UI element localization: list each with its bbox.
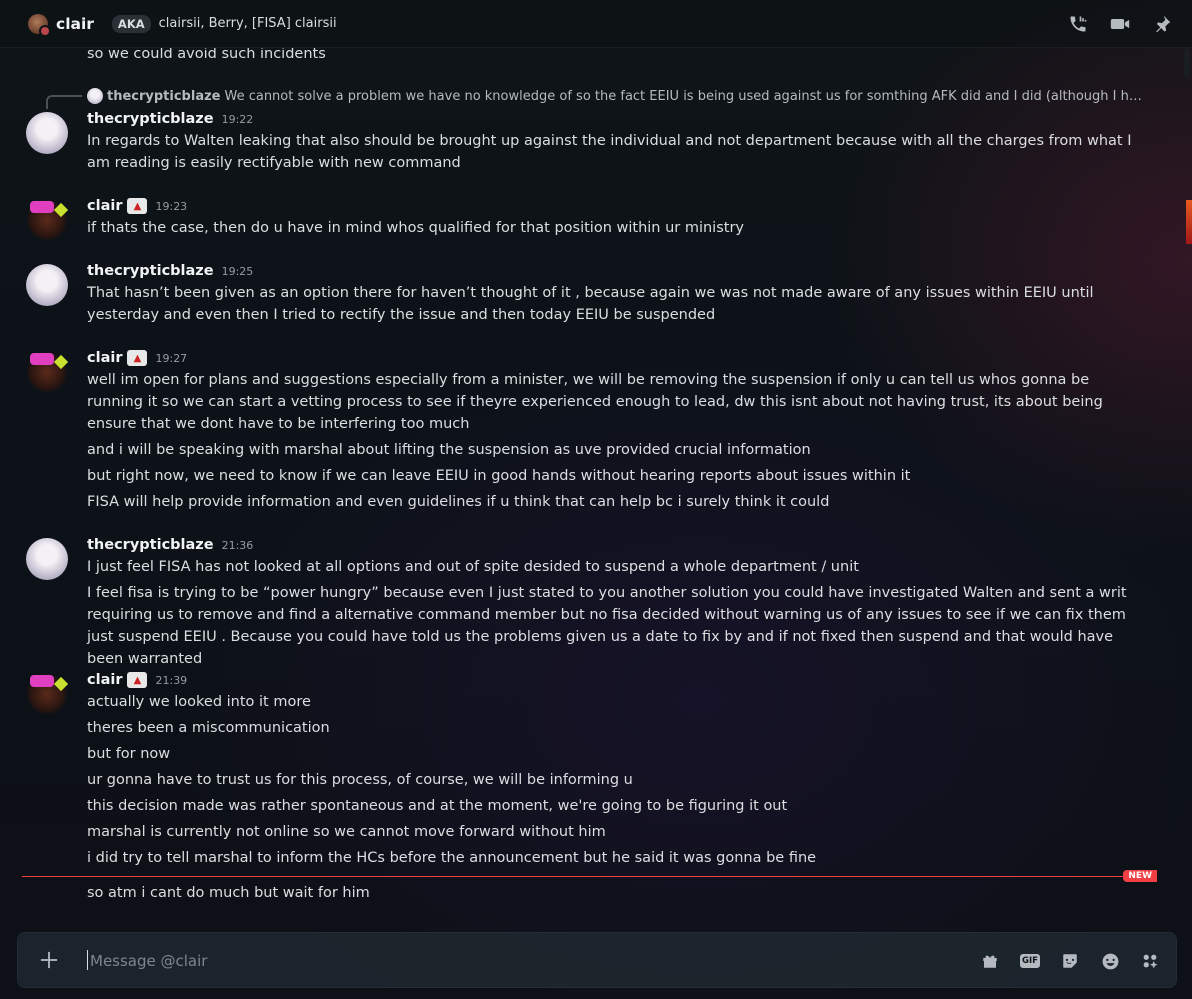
role-icon[interactable]: ▲ (127, 350, 148, 366)
emoji-icon[interactable] (1098, 949, 1122, 973)
aka-names: clairsii, Berry, [FISA] clairsii (158, 16, 337, 31)
avatar[interactable] (26, 673, 68, 715)
message-text: this decision made was rather spontaneou… (87, 798, 788, 814)
reply-connector (46, 95, 82, 109)
message-text: but for now (87, 746, 171, 762)
reply-username[interactable]: thecrypticblaze (107, 89, 220, 104)
message-timestamp: 19:25 (221, 264, 254, 278)
role-icon[interactable]: ▲ (127, 672, 148, 688)
reply-preview[interactable]: thecrypticblaze We cannot solve a proble… (87, 88, 1147, 104)
gift-icon[interactable] (978, 949, 1002, 973)
decorative-accent (1186, 200, 1192, 244)
message-timestamp: 21:36 (221, 538, 254, 552)
role-icon[interactable]: ▲ (127, 198, 148, 214)
message-text: actually we looked into it more (87, 694, 311, 710)
avatar[interactable] (26, 199, 68, 241)
avatar[interactable] (26, 112, 68, 154)
message-text: marshal is currently not online so we ca… (87, 824, 606, 840)
message-username[interactable]: clair (87, 198, 122, 214)
dm-header: clair AKA clairsii, Berry, [FISA] clairs… (0, 0, 1192, 48)
message-text: In regards to Walten leaking that also s… (87, 133, 1132, 171)
message-timestamp: 19:23 (155, 199, 188, 213)
sticker-icon[interactable] (1058, 949, 1082, 973)
reply-avatar (87, 88, 103, 104)
aka-section: AKA clairsii, Berry, [FISA] clairsii (111, 14, 337, 33)
message-username[interactable]: thecrypticblaze (87, 263, 214, 279)
message-timestamp: 21:39 (155, 673, 188, 687)
new-badge: NEW (1123, 870, 1157, 882)
gif-icon[interactable]: GIF (1018, 949, 1042, 973)
status-indicator (39, 24, 51, 37)
message-text: so we could avoid such incidents (87, 48, 326, 62)
user-avatar[interactable] (28, 13, 51, 37)
scrollbar[interactable] (1184, 48, 1192, 918)
video-call-icon[interactable] (1108, 12, 1132, 36)
message-text: i did try to tell marshal to inform the … (87, 850, 817, 866)
message-timestamp: 19:22 (221, 112, 254, 126)
dm-username[interactable]: clair (56, 15, 94, 33)
message-text: and i will be speaking with marshal abou… (87, 442, 811, 458)
scrollbar-thumb[interactable] (1184, 48, 1190, 78)
message-text: I feel fisa is trying to be “power hungr… (87, 585, 1127, 667)
message-text: so atm i cant do much but wait for him (87, 885, 370, 901)
message-text: I just feel FISA has not looked at all o… (87, 559, 859, 575)
message-username[interactable]: clair (87, 672, 122, 688)
voice-call-icon[interactable] (1066, 12, 1090, 36)
message-text: That hasn’t been given as an option ther… (87, 285, 1094, 323)
message-text: FISA will help provide information and e… (87, 494, 830, 510)
aka-badge: AKA (111, 14, 151, 33)
message-text: if thats the case, then do u have in min… (87, 220, 744, 236)
new-messages-divider: NEW (22, 870, 1157, 882)
avatar[interactable] (26, 351, 68, 393)
reply-text: We cannot solve a problem we have no kno… (224, 88, 1147, 104)
message-username[interactable]: clair (87, 350, 122, 366)
message-text: well im open for plans and suggestions e… (87, 372, 1103, 432)
apps-icon[interactable] (1138, 949, 1162, 973)
gif-label: GIF (1020, 954, 1040, 968)
pinned-messages-icon[interactable] (1150, 12, 1174, 36)
message-composer: GIF (17, 932, 1177, 988)
message-text: but right now, we need to know if we can… (87, 468, 911, 484)
message-text: theres been a miscommunication (87, 720, 330, 736)
message-text: ur gonna have to trust us for this proce… (87, 772, 633, 788)
message-timestamp: 19:27 (155, 351, 188, 365)
message-list[interactable]: so we could avoid such incidents thecryp… (0, 48, 1192, 918)
add-attachment-icon[interactable] (36, 947, 62, 973)
message-username[interactable]: thecrypticblaze (87, 111, 214, 127)
message-input[interactable] (88, 945, 912, 977)
avatar[interactable] (26, 538, 68, 580)
message-username[interactable]: thecrypticblaze (87, 537, 214, 553)
avatar[interactable] (26, 264, 68, 306)
